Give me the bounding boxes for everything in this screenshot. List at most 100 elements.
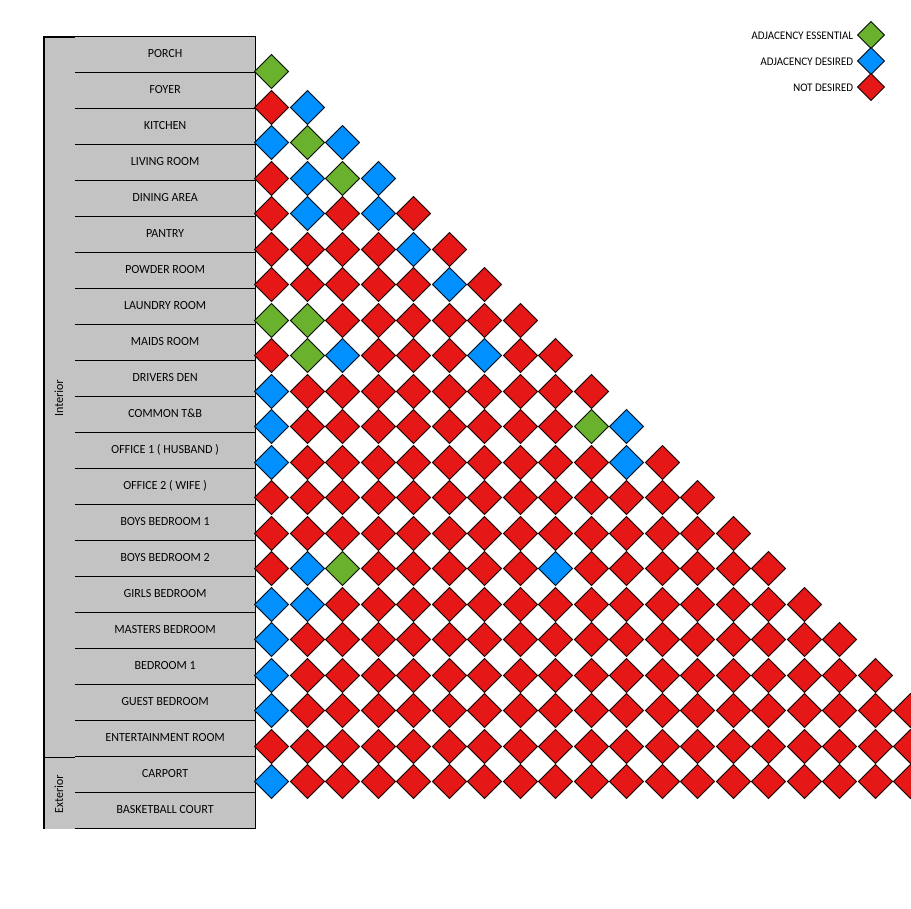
matrix-cell bbox=[325, 302, 360, 337]
room-row: GUEST BEDROOM bbox=[75, 685, 255, 721]
legend-essential: ADJACENCY ESSENTIAL bbox=[751, 22, 881, 48]
matrix-row bbox=[259, 414, 650, 439]
matrix-row bbox=[259, 130, 366, 155]
matrix-cell bbox=[893, 764, 911, 799]
matrix-cell bbox=[289, 89, 324, 124]
matrix-cell bbox=[431, 622, 466, 657]
matrix-cell bbox=[715, 693, 750, 728]
rooms-table: InteriorPORCHFOYERKITCHENLIVING ROOMDINI… bbox=[43, 36, 256, 829]
matrix-cell bbox=[751, 586, 786, 621]
matrix-row bbox=[259, 237, 472, 262]
matrix-cell bbox=[289, 373, 324, 408]
matrix-cell bbox=[254, 373, 289, 408]
matrix-row bbox=[259, 485, 721, 510]
matrix-cell bbox=[467, 480, 502, 515]
legend-not-label: NOT DESIRED bbox=[793, 81, 853, 94]
matrix-cell bbox=[467, 728, 502, 763]
matrix-cell bbox=[431, 551, 466, 586]
matrix-cell bbox=[715, 551, 750, 586]
matrix-cell bbox=[538, 409, 573, 444]
matrix-cell bbox=[325, 551, 360, 586]
matrix-cell bbox=[396, 764, 431, 799]
room-row: LIVING ROOM bbox=[75, 145, 255, 181]
room-group-label: Interior bbox=[44, 37, 75, 757]
matrix-cell bbox=[431, 657, 466, 692]
legend: ADJACENCY ESSENTIAL ADJACENCY DESIRED NO… bbox=[751, 22, 881, 100]
matrix-cell bbox=[538, 693, 573, 728]
matrix-cell bbox=[467, 693, 502, 728]
matrix-cell bbox=[325, 267, 360, 302]
matrix-cell bbox=[644, 622, 679, 657]
matrix-cell bbox=[325, 728, 360, 763]
matrix-cell bbox=[325, 373, 360, 408]
matrix-cell bbox=[360, 267, 395, 302]
matrix-cell bbox=[467, 551, 502, 586]
matrix-cell bbox=[502, 338, 537, 373]
matrix-cell bbox=[289, 657, 324, 692]
matrix-cell bbox=[644, 728, 679, 763]
room-row: POWDER ROOM bbox=[75, 253, 255, 289]
matrix-cell bbox=[609, 622, 644, 657]
matrix-cell bbox=[680, 657, 715, 692]
room-row: OFFICE 2 ( WIFE ) bbox=[75, 469, 255, 505]
legend-desired: ADJACENCY DESIRED bbox=[751, 48, 881, 74]
matrix-cell bbox=[609, 444, 644, 479]
diamond-icon bbox=[857, 21, 885, 49]
matrix-cell bbox=[289, 302, 324, 337]
matrix-cell bbox=[467, 622, 502, 657]
matrix-cell bbox=[538, 728, 573, 763]
matrix-cell bbox=[254, 54, 289, 89]
matrix-cell bbox=[360, 409, 395, 444]
matrix-cell bbox=[786, 622, 821, 657]
matrix-cell bbox=[360, 515, 395, 550]
matrix-cell bbox=[431, 231, 466, 266]
matrix-cell bbox=[857, 693, 892, 728]
matrix-cell bbox=[289, 231, 324, 266]
matrix-cell bbox=[254, 444, 289, 479]
matrix-cell bbox=[609, 551, 644, 586]
matrix-cell bbox=[538, 551, 573, 586]
matrix-cell bbox=[396, 728, 431, 763]
matrix-cell bbox=[396, 373, 431, 408]
room-row: OFFICE 1 ( HUSBAND ) bbox=[75, 433, 255, 469]
matrix-cell bbox=[360, 196, 395, 231]
matrix-cell bbox=[644, 764, 679, 799]
matrix-cell bbox=[360, 622, 395, 657]
matrix-cell bbox=[431, 302, 466, 337]
matrix-cell bbox=[431, 586, 466, 621]
matrix-cell bbox=[467, 586, 502, 621]
matrix-cell bbox=[573, 693, 608, 728]
matrix-cell bbox=[786, 728, 821, 763]
matrix-cell bbox=[502, 409, 537, 444]
matrix-cell bbox=[467, 444, 502, 479]
matrix-cell bbox=[502, 764, 537, 799]
matrix-cell bbox=[609, 586, 644, 621]
matrix-cell bbox=[502, 444, 537, 479]
matrix-cell bbox=[538, 515, 573, 550]
legend-not: NOT DESIRED bbox=[751, 74, 881, 100]
matrix-cell bbox=[786, 657, 821, 692]
matrix-cell bbox=[751, 728, 786, 763]
matrix-cell bbox=[254, 480, 289, 515]
matrix-cell bbox=[573, 444, 608, 479]
matrix-cell bbox=[467, 373, 502, 408]
matrix-cell bbox=[325, 444, 360, 479]
matrix-cell bbox=[680, 515, 715, 550]
matrix-cell bbox=[609, 728, 644, 763]
matrix-cell bbox=[289, 551, 324, 586]
matrix-cell bbox=[573, 728, 608, 763]
room-row: PORCH bbox=[75, 37, 255, 73]
room-group-label: Exterior bbox=[44, 757, 75, 829]
matrix-cell bbox=[502, 302, 537, 337]
matrix-cell bbox=[467, 409, 502, 444]
matrix-cell bbox=[751, 693, 786, 728]
matrix-cell bbox=[644, 586, 679, 621]
matrix-cell bbox=[396, 480, 431, 515]
matrix-row bbox=[259, 201, 437, 226]
matrix-cell bbox=[431, 515, 466, 550]
room-row: ENTERTAINMENT ROOM bbox=[75, 721, 255, 757]
matrix-cell bbox=[289, 693, 324, 728]
matrix-cell bbox=[254, 231, 289, 266]
matrix-cell bbox=[680, 764, 715, 799]
matrix-cell bbox=[360, 728, 395, 763]
